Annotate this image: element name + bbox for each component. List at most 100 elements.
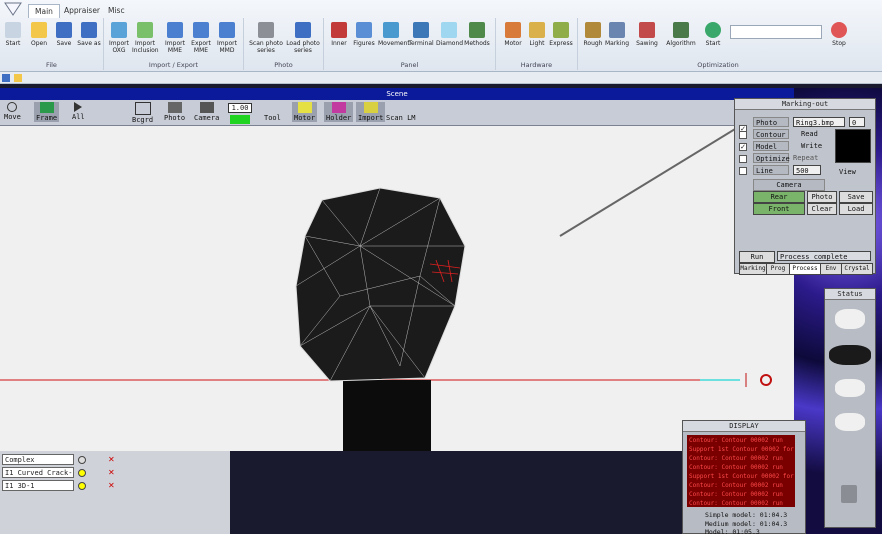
camera-tool-button[interactable]: Camera [194,102,219,122]
tab-marking[interactable]: Marking [739,263,767,275]
log-line: Contour: Contour 00002 run [689,500,783,507]
visibility-toggle[interactable] [78,456,86,464]
save-button[interactable]: Save [51,22,77,47]
display-panel: DISPLAY Contour: Contour 00002 run Suppo… [682,420,806,534]
tool-button[interactable]: Tool [264,102,281,122]
scan-icon [258,22,274,38]
ribbon-search-input[interactable] [730,25,822,39]
view-checkbox[interactable]: View [839,167,856,177]
diamond-button[interactable]: Diamond [436,22,463,47]
export-mme-button[interactable]: Export MME [188,22,214,54]
load-marking-button[interactable]: Load [839,203,873,215]
bcgrd-tool-button[interactable]: Bcgrd [132,102,153,124]
line-value-field[interactable]: 500 [793,165,821,175]
model-label: Model [753,141,789,151]
save-as-button[interactable]: Save as [76,22,102,47]
inspect-stone-icon[interactable] [835,413,865,431]
cut-stone-icon[interactable] [835,379,865,397]
import-mmd-button[interactable]: Import MMD [214,22,240,54]
start-button[interactable]: Start [0,22,26,47]
model-stone-icon[interactable] [829,345,871,365]
trash-icon[interactable] [841,485,857,503]
light-button[interactable]: Light [524,22,550,47]
motor-tool-button[interactable]: Motor [292,102,318,122]
movement-button[interactable]: Movement [378,22,410,47]
optimize-start-button[interactable]: Start [700,22,726,47]
express-button[interactable]: Express [548,22,574,47]
frame-tool-button[interactable]: Frame [34,102,60,122]
display-log: Contour: Contour 00002 run Support 1st C… [687,435,795,507]
zoom-field[interactable]: 1.00 [228,103,252,113]
delete-layer-icon[interactable]: ✕ [108,456,115,464]
write-option[interactable]: Write [801,141,822,151]
inner-button[interactable]: Inner [326,22,352,47]
line-checkbox[interactable] [739,167,747,175]
group-label-file: File [46,61,57,69]
tab-env[interactable]: Env [820,263,842,275]
import-oxg-button[interactable]: Import OXG [106,22,132,54]
marking-out-panel: Marking-out ✓ Photo Ring3.bmp 0 Contour … [734,98,876,275]
stone-model-render [0,126,772,451]
rough-stone-icon[interactable] [835,309,865,329]
contour-checkbox[interactable] [739,131,747,139]
rough-button[interactable]: Rough [580,22,606,47]
motor-button[interactable]: Motor [500,22,526,47]
globe-icon [705,22,721,38]
tab-misc[interactable]: Misc [102,4,131,18]
tab-crystal[interactable]: Crystal [841,263,873,275]
photo-index-field[interactable]: 0 [849,117,865,127]
run-button[interactable]: Run [739,251,775,263]
all-tool-button[interactable]: All [72,102,85,121]
optimize-checkbox[interactable] [739,155,747,163]
methods-button[interactable]: Methods [464,22,490,47]
scan-photo-series-button[interactable]: Scan photo series [248,22,284,54]
scan-lm-tool-button[interactable]: Scan LM [386,102,416,122]
tab-appraiser[interactable]: Appraiser [58,4,106,18]
move-tool-button[interactable]: Move [4,102,21,121]
rear-button[interactable]: Rear [753,191,805,203]
algorithm-button[interactable]: Algorithm [666,22,696,47]
photo-file-field[interactable]: Ring3.bmp [793,117,845,127]
delete-layer-icon[interactable]: ✕ [108,469,115,477]
scene-viewport[interactable] [0,126,794,451]
tab-process[interactable]: Process [789,263,821,275]
delete-layer-icon[interactable]: ✕ [108,482,115,490]
stop-button[interactable]: Stop [826,22,852,47]
layer-row[interactable]: I1 3D-1 [2,480,74,491]
visibility-toggle[interactable] [78,469,86,477]
app-menu-icon[interactable] [2,1,24,17]
import-inclusion-button[interactable]: Import Inclusion [132,22,159,54]
folder-icon [31,22,47,38]
log-line: Contour: Contour 00002 run [689,437,783,444]
repeat-option[interactable]: Repeat [793,153,818,163]
terminal-button[interactable]: Terminal [408,22,434,47]
cube-icon [356,22,372,38]
layer-row[interactable]: I1 Curved Crack-1 [2,467,74,487]
holder-tool-button[interactable]: Holder [324,102,354,122]
layer-row[interactable]: Complex [2,454,74,465]
scene-toolbar: Move Frame All Bcgrd Photo Camera 1.00 T… [0,100,794,126]
save-marking-button[interactable]: Save [839,191,873,203]
tab-prog[interactable]: Prog [766,263,790,275]
tab-main[interactable]: Main [28,4,60,18]
photo-tool-button[interactable]: Photo [164,102,185,122]
open-button[interactable]: Open [26,22,52,47]
photo-capture-button[interactable]: Photo [807,191,837,203]
import-tool-button[interactable]: Import [356,102,386,122]
model-checkbox[interactable]: ✓ [739,143,747,151]
camera-button[interactable]: Camera [753,179,825,191]
inner-icon [331,22,347,38]
figures-button[interactable]: Figures [351,22,377,47]
clear-button[interactable]: Clear [807,203,837,215]
save-icon[interactable] [2,74,10,82]
marking-icon [609,22,625,38]
marking-button[interactable]: Marking [604,22,630,47]
folder-icon[interactable] [14,74,22,82]
front-button[interactable]: Front [753,203,805,215]
holder-icon [331,102,346,113]
read-option[interactable]: Read [801,129,818,139]
visibility-toggle[interactable] [78,482,86,490]
import-mme-button[interactable]: Import MME [162,22,188,54]
sawing-button[interactable]: Sawing [634,22,660,47]
load-photo-series-button[interactable]: Load photo series [284,22,322,54]
